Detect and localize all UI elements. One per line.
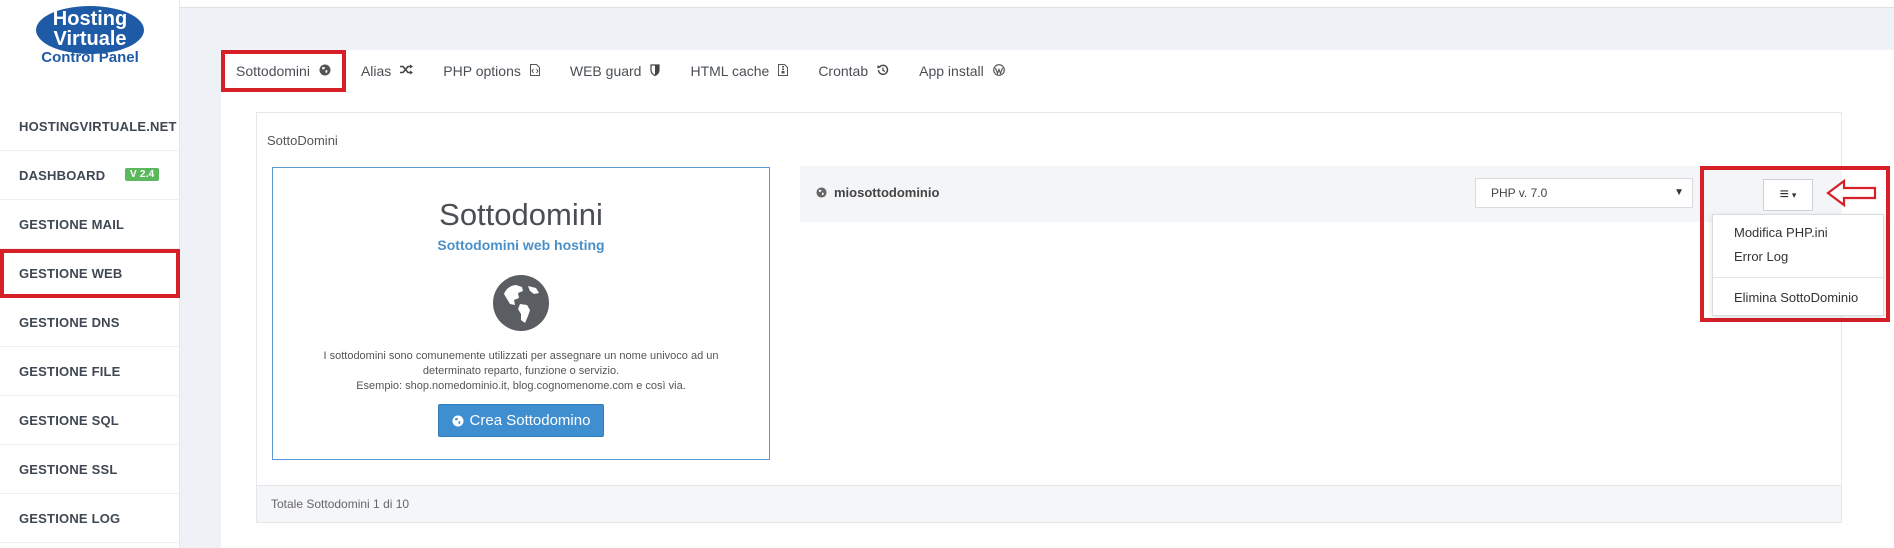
sidebar-item-label: GESTIONE DNS — [19, 314, 120, 330]
tab-label: App install — [919, 63, 984, 79]
top-bar — [180, 0, 1894, 8]
logo[interactable]: Hosting Virtuale Control Panel — [20, 4, 160, 74]
tab-label: WEB guard — [569, 63, 642, 79]
globe-icon — [452, 415, 464, 426]
menu-item-elimina-sottodominio[interactable]: Elimina SottoDominio — [1734, 290, 1858, 305]
wordpress-icon — [992, 63, 1005, 79]
shuffle-icon — [400, 64, 414, 78]
sidebar-item-label: GESTIONE WEB — [19, 266, 123, 281]
sidebar-item-gestione-ssl[interactable]: GESTIONE SSL — [0, 445, 180, 494]
tab-sottodomini[interactable]: Sottodomini — [221, 50, 346, 92]
tab-label: PHP options — [443, 63, 521, 79]
sidebar: Hosting Virtuale Control Panel HOSTINGVI… — [0, 0, 180, 548]
sidebar-item-label: GESTIONE FILE — [19, 363, 121, 379]
globe-icon — [319, 64, 331, 79]
menu-item-error-log[interactable]: Error Log — [1734, 249, 1788, 264]
sidebar-item-label: GESTIONE SQL — [19, 412, 119, 428]
tab-crontab[interactable]: Crontab — [803, 50, 904, 92]
main-content: Sottodomini Alias PHP options WEB guard … — [221, 50, 1894, 548]
logo-text-control-panel: Control Panel — [41, 49, 139, 66]
sidebar-item-label: HOSTINGVIRTUALE.NET — [19, 118, 177, 134]
actions-menu-button[interactable]: ≡ ▾ — [1763, 179, 1813, 211]
sidebar-item-gestione-log[interactable]: GESTIONE LOG — [0, 494, 180, 543]
tab-web-guard[interactable]: WEB guard — [555, 50, 676, 92]
tab-bar: Sottodomini Alias PHP options WEB guard … — [221, 50, 1020, 92]
file-zip-icon — [778, 63, 789, 79]
sidebar-item-gestione-dns[interactable]: GESTIONE DNS — [0, 298, 180, 347]
sidebar-item-dashboard[interactable]: DASHBOARD V 2.4 — [0, 151, 180, 200]
caret-down-icon: ▼ — [1674, 187, 1684, 198]
sidebar-item-label: GESTIONE LOG — [19, 510, 121, 526]
logo-text-virtuale: Virtuale — [54, 28, 127, 50]
panel-footer: Totale Sottodomini 1 di 10 — [257, 485, 1841, 522]
create-subdomain-button[interactable]: Crea Sottodomino — [437, 404, 605, 437]
tab-label: Crontab — [818, 63, 869, 79]
menu-item-modifica-php-ini[interactable]: Modifica PHP.ini — [1734, 225, 1828, 240]
info-box: Sottodomini Sottodomini web hosting I so… — [272, 167, 770, 460]
subdomain-name-label: miosottodominio — [834, 185, 940, 200]
sidebar-item-gestione-web[interactable]: GESTIONE WEB — [0, 249, 180, 298]
globe-icon — [816, 187, 827, 198]
history-icon — [877, 64, 889, 79]
sidebar-nav: HOSTINGVIRTUALE.NET DASHBOARD V 2.4 GESTI… — [0, 102, 180, 543]
actions-dropdown: Modifica PHP.ini Error Log Elimina Sotto… — [1712, 214, 1884, 316]
create-subdomain-label: Crea Sottodomino — [469, 412, 591, 429]
php-version-value: PHP v. 7.0 — [1491, 186, 1548, 200]
info-description: I sottodomini sono comunemente utilizzat… — [306, 349, 736, 394]
dropdown-divider — [1713, 277, 1883, 278]
sidebar-item-gestione-mail[interactable]: GESTIONE MAIL — [0, 200, 180, 249]
info-subheading: Sottodomini web hosting — [437, 237, 605, 253]
php-version-select[interactable]: PHP v. 7.0 ▼ — [1475, 178, 1693, 208]
arrow-left-annotation — [1826, 178, 1877, 208]
version-badge: V 2.4 — [125, 168, 160, 181]
info-description-line2: Esempio: shop.nomedominio.it, blog.cogno… — [356, 380, 686, 392]
tab-alias[interactable]: Alias — [346, 50, 428, 92]
sidebar-item-label: GESTIONE MAIL — [19, 216, 125, 232]
sidebar-item-gestione-file[interactable]: GESTIONE FILE — [0, 347, 180, 396]
sidebar-item-label: DASHBOARD — [19, 167, 106, 183]
tab-label: HTML cache — [690, 63, 770, 79]
tab-label: Sottodomini — [236, 63, 310, 79]
subdomains-panel: SottoDomini Sottodomini Sottodomini web … — [256, 112, 1842, 523]
tab-html-cache[interactable]: HTML cache — [675, 50, 803, 92]
tab-label: Alias — [360, 63, 392, 79]
file-code-icon — [529, 63, 540, 79]
tab-php-options[interactable]: PHP options — [428, 50, 555, 92]
caret-down-icon: ▾ — [1791, 189, 1797, 200]
sidebar-item-hostingvirtuale[interactable]: HOSTINGVIRTUALE.NET — [0, 102, 180, 151]
subdomain-name: miosottodominio — [816, 185, 939, 200]
subdomain-count: Totale Sottodomini 1 di 10 — [271, 497, 410, 511]
sidebar-item-gestione-sql[interactable]: GESTIONE SQL — [0, 396, 180, 445]
panel-title: SottoDomini — [267, 133, 338, 148]
info-description-line1: I sottodomini sono comunemente utilizzat… — [323, 350, 719, 377]
tab-app-install[interactable]: App install — [904, 50, 1020, 92]
shield-icon — [650, 63, 661, 79]
sidebar-item-label: GESTIONE SSL — [19, 461, 118, 477]
info-heading: Sottodomini — [439, 197, 603, 232]
globe-americas-icon — [493, 275, 549, 331]
subdomain-row: miosottodominio PHP v. 7.0 ▼ — [800, 166, 1842, 222]
logo-text-hosting: Hosting — [53, 8, 127, 30]
hamburger-icon: ≡ — [1779, 186, 1789, 203]
